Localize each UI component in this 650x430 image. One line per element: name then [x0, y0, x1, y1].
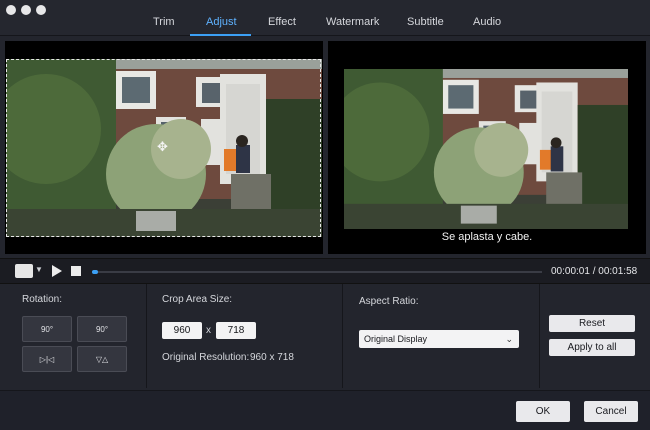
output-preview: Se aplasta y cabe. [328, 41, 646, 254]
crop-size-separator: x [206, 325, 211, 336]
adjust-settings-panel: Rotation: 90° 90° ▷|◁ ▽△ Crop Area Size:… [0, 284, 650, 390]
video-frame-output [344, 69, 628, 229]
apply-to-all-button[interactable]: Apply to all [549, 339, 635, 356]
chevron-down-icon[interactable]: ▼ [35, 265, 43, 274]
time-readout: 00:00:01 / 00:01:58 [551, 266, 637, 277]
original-preview: ✥ [5, 41, 323, 254]
crop-section: Crop Area Size: 960 x 718 Original Resol… [147, 284, 343, 388]
tab-watermark[interactable]: Watermark [326, 16, 379, 28]
play-icon[interactable] [52, 265, 62, 277]
time-separator: / [592, 266, 596, 277]
seek-slider[interactable] [92, 270, 542, 274]
reset-button[interactable]: Reset [549, 315, 635, 332]
tab-trim[interactable]: Trim [153, 16, 175, 28]
flip-vertical-icon: ▽△ [95, 354, 109, 364]
rotate-left-icon: 90° [40, 324, 54, 334]
aspect-ratio-select[interactable]: Original Display ⌄ [359, 330, 519, 348]
aspect-ratio-section: Aspect Ratio: Original Display ⌄ [343, 284, 540, 388]
camera-icon[interactable] [15, 264, 33, 278]
rotate-left-button[interactable]: 90° [22, 316, 72, 342]
original-resolution-value: 960 x 718 [250, 352, 294, 363]
preview-area: ✥ Se aplasta y cabe. [0, 36, 650, 258]
flip-vertical-button[interactable]: ▽△ [77, 346, 127, 372]
flip-horizontal-icon: ▷|◁ [39, 354, 55, 364]
tab-audio[interactable]: Audio [473, 16, 501, 28]
tab-adjust[interactable]: Adjust [206, 16, 237, 28]
chevron-down-icon: ⌄ [505, 334, 513, 344]
rotation-section: Rotation: 90° 90° ▷|◁ ▽△ [0, 284, 147, 388]
tab-subtitle[interactable]: Subtitle [407, 16, 444, 28]
crop-center-handle-icon[interactable]: ✥ [157, 139, 168, 155]
cancel-button[interactable]: Cancel [584, 401, 638, 422]
subtitle-overlay: Se aplasta y cabe. [441, 231, 533, 243]
crop-area-size-label: Crop Area Size: [162, 294, 233, 305]
original-resolution-label: Original Resolution: [162, 352, 250, 363]
actions-section: Reset Apply to all [540, 284, 650, 388]
rotate-right-button[interactable]: 90° [77, 316, 127, 342]
rotation-label: Rotation: [22, 294, 63, 305]
playback-bar: ▼ 00:00:01 / 00:01:58 [0, 258, 650, 284]
crop-height-field[interactable]: 718 [216, 322, 256, 339]
flip-horizontal-button[interactable]: ▷|◁ [22, 346, 72, 372]
rotate-right-icon: 90° [95, 324, 109, 334]
seek-slider-progress [92, 270, 98, 274]
ok-button[interactable]: OK [516, 401, 570, 422]
aspect-ratio-label: Aspect Ratio: [359, 296, 419, 307]
tab-effect[interactable]: Effect [268, 16, 296, 28]
aspect-ratio-selected: Original Display [364, 334, 428, 344]
dialog-footer: OK Cancel [0, 390, 650, 430]
current-time: 00:00:01 [551, 266, 590, 277]
tab-bar: Trim Adjust Effect Watermark Subtitle Au… [0, 0, 650, 36]
crop-width-field[interactable]: 960 [162, 322, 202, 339]
stop-icon[interactable] [71, 266, 81, 276]
total-time: 00:01:58 [598, 266, 638, 277]
